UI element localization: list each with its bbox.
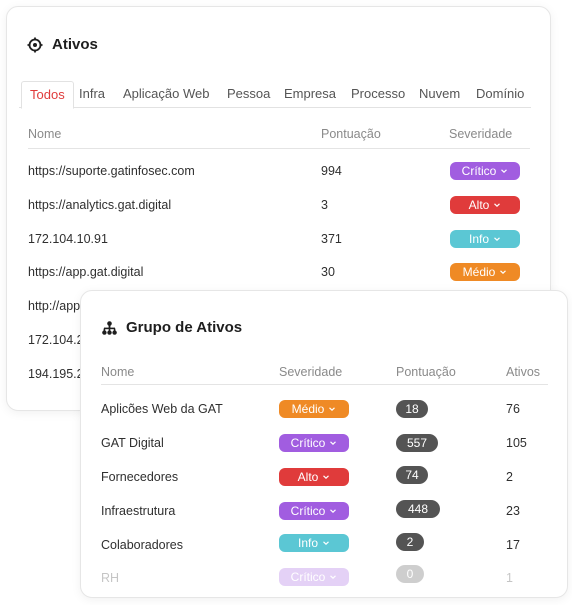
severity-label: Crítico [290,570,326,584]
severity-label: Médio [291,402,325,416]
asset-score: 371 [321,232,342,246]
score-pill: 74 [396,466,428,484]
tab-processo[interactable]: Processo [351,81,405,108]
tab-infra[interactable]: Infra [79,81,105,108]
tab-empresa[interactable]: Empresa [284,81,336,108]
column-header-nome[interactable]: Nome [28,127,61,141]
group-name: Infraestrutura [101,504,176,518]
asset-count: 2 [506,470,513,484]
severity-dropdown[interactable]: Crítico [279,502,349,520]
group-name: RH [101,571,120,585]
severity-dropdown[interactable]: Médio [279,400,349,418]
severity-label: Info [468,232,489,246]
asset-name: http://app [28,299,81,313]
asset-name: 172.104.10.91 [28,232,108,246]
score-pill: 18 [396,400,428,418]
chevron-down-icon [329,407,336,412]
group-name: Aplicões Web da GAT [101,402,223,416]
severity-dropdown[interactable]: Info [279,534,349,552]
column-header-nome[interactable]: Nome [101,365,134,379]
asset-type-tabs: Todos Infra Aplicação Web Pessoa Empresa… [19,81,531,109]
grupo-header: Grupo de Ativos [102,319,242,336]
severity-dropdown[interactable]: Alto [279,468,349,486]
score-pill: 448 [396,500,440,518]
grupo-ativos-card: Grupo de Ativos Nome Severidade Pontuaçã… [80,290,568,598]
asset-count: 23 [506,504,520,518]
asset-count: 17 [506,538,520,552]
column-header-pontuacao[interactable]: Pontuação [396,365,456,379]
severity-label: Crítico [290,436,326,450]
group-name: Colaboradores [101,538,183,552]
severity-label: Info [297,536,318,550]
asset-score: 994 [321,164,342,178]
asset-count: 105 [506,436,527,450]
tab-pessoa[interactable]: Pessoa [227,81,270,108]
tab-nuvem[interactable]: Nuvem [419,81,460,108]
header-divider [28,148,530,149]
severity-label: Crítico [290,504,326,518]
severity-dropdown[interactable]: Info [450,230,520,248]
asset-count: 76 [506,402,520,416]
column-header-severidade[interactable]: Severidade [449,127,512,141]
asset-name: https://app.gat.digital [28,265,144,279]
asset-name: https://suporte.gatinfosec.com [28,164,195,178]
hierarchy-icon [102,320,117,335]
severity-label: Crítico [461,164,497,178]
ativos-header: Ativos [27,36,98,53]
score-pill: 2 [396,533,424,551]
chevron-down-icon [494,203,501,208]
header-divider [101,384,548,385]
tab-dominio[interactable]: Domínio [476,81,524,108]
severity-dropdown[interactable]: Médio [450,263,520,281]
chevron-down-icon [501,169,508,174]
asset-count: 1 [506,571,513,585]
severity-dropdown[interactable]: Crítico [450,162,520,180]
tab-todos[interactable]: Todos [21,81,74,109]
asset-name: https://analytics.gat.digital [28,198,172,212]
grupo-title: Grupo de Ativos [126,319,243,336]
tab-aplicacao-web[interactable]: Aplicação Web [123,81,209,108]
severity-label: Alto [297,470,319,484]
score-pill: 0 [396,565,424,583]
column-header-ativos[interactable]: Ativos [506,365,540,379]
column-header-severidade[interactable]: Severidade [279,365,342,379]
chevron-down-icon [323,541,329,546]
asset-score: 30 [321,265,335,279]
severity-dropdown[interactable]: Crítico [279,434,349,452]
severity-dropdown[interactable]: Crítico [279,568,349,586]
chevron-down-icon [330,509,337,514]
chevron-down-icon [500,270,507,275]
group-name: Fornecedores [101,470,179,484]
chevron-down-icon [494,237,500,242]
ativos-title: Ativos [52,36,98,53]
chevron-down-icon [323,475,330,480]
severity-label: Médio [462,265,496,279]
score-pill: 557 [396,434,438,452]
severity-label: Alto [468,198,490,212]
chevron-down-icon [330,441,337,446]
column-header-pontuacao[interactable]: Pontuação [321,127,381,141]
severity-dropdown[interactable]: Alto [450,196,520,214]
target-icon [27,37,43,52]
asset-score: 3 [321,198,328,212]
group-name: GAT Digital [101,436,164,450]
chevron-down-icon [330,575,337,580]
